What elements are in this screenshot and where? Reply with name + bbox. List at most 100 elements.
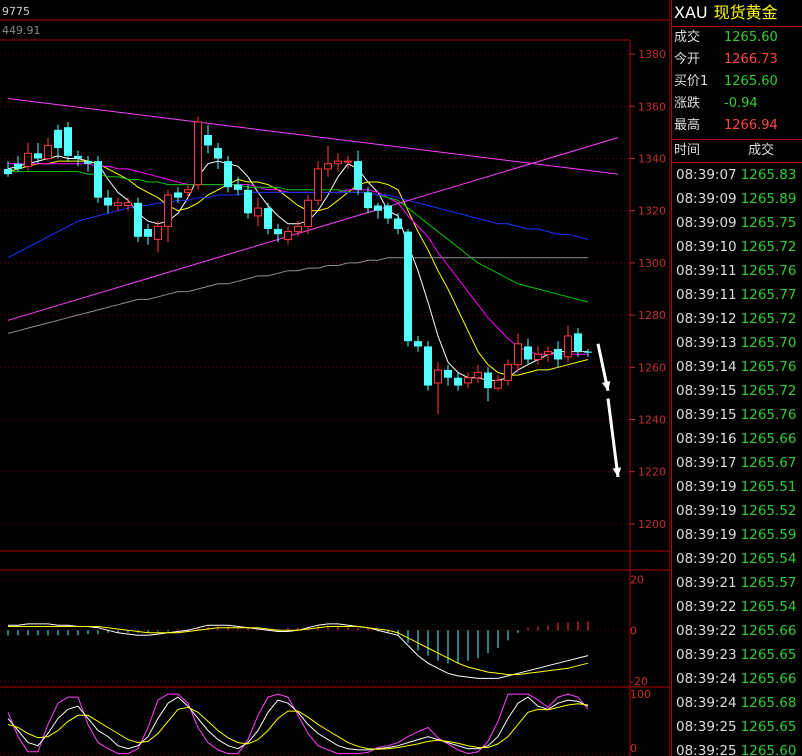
quote-value: 1266.73 (724, 52, 778, 67)
trade-time: 08:39:20 (676, 551, 737, 567)
trade-row[interactable]: 08:39:17 1265.67 (672, 451, 802, 475)
trade-row[interactable]: 08:39:12 1265.72 (672, 307, 802, 331)
trade-price: 1265.75 (740, 215, 797, 231)
quote-row: 成交 1265.60 (672, 27, 802, 49)
trade-row[interactable]: 08:39:24 1265.68 (672, 691, 802, 715)
header-top-value: 9775 (2, 5, 30, 18)
trade-row[interactable]: 08:39:24 1265.66 (672, 667, 802, 691)
candle-body (4, 168, 12, 175)
trade-row[interactable]: 08:39:22 1265.66 (672, 619, 802, 643)
trade-row[interactable]: 08:39:09 1265.75 (672, 211, 802, 235)
annotation-arrows (596, 343, 622, 478)
trade-time: 08:39:22 (676, 599, 737, 615)
candle-body (104, 197, 112, 206)
candle-body (384, 205, 392, 219)
candle-body (184, 189, 192, 193)
kdj-j-line (7, 693, 589, 755)
candle-body (204, 135, 212, 146)
trade-row[interactable]: 08:39:16 1265.66 (672, 427, 802, 451)
trade-row[interactable]: 08:39:20 1265.54 (672, 547, 802, 571)
trade-row[interactable]: 08:39:14 1265.76 (672, 355, 802, 379)
candle-body (264, 208, 272, 229)
trade-price: 1265.52 (740, 503, 797, 519)
trade-row[interactable]: 08:39:09 1265.89 (672, 187, 802, 211)
candle-body (454, 377, 462, 386)
trade-row[interactable]: 08:39:13 1265.70 (672, 331, 802, 355)
trade-row[interactable]: 08:39:25 1265.60 (672, 739, 802, 756)
quote-panel: XAU 现货黄金 成交 1265.60 今开 1266.73 买价1 1265.60 涨跌 -0… (671, 0, 802, 756)
candle-body (574, 333, 582, 352)
candle-body (114, 202, 122, 206)
candle-body (124, 202, 132, 206)
trade-row[interactable]: 08:39:10 1265.72 (672, 235, 802, 259)
trade-price: 1265.51 (740, 479, 797, 495)
macd-tick-label: 0 (630, 624, 637, 637)
trade-time: 08:39:09 (676, 191, 737, 207)
trade-time: 08:39:23 (676, 647, 737, 663)
candle-body (164, 194, 172, 227)
kdj-tick-label: 0 (630, 742, 637, 755)
candle-body (174, 192, 182, 198)
candle-body (374, 205, 382, 211)
trade-time-header: 时间 (674, 143, 701, 158)
candle-body (534, 353, 542, 360)
candle-body (464, 377, 472, 384)
trade-time: 08:39:25 (676, 719, 737, 735)
trade-row[interactable]: 08:39:23 1265.65 (672, 643, 802, 667)
macd-tick-label: -20 (630, 675, 648, 688)
quote-summary: 成交 1265.60 今开 1266.73 买价1 1265.60 涨跌 -0.94 最高 126… (672, 27, 802, 140)
macd-dea-line (8, 626, 589, 676)
quote-label: 成交 (674, 30, 701, 45)
candle-body (24, 152, 32, 167)
candle-body (544, 351, 552, 355)
trade-price: 1265.76 (740, 407, 797, 423)
candle-body (224, 161, 232, 188)
trade-row[interactable]: 08:39:15 1265.76 (672, 403, 802, 427)
trade-row[interactable]: 08:39:19 1265.59 (672, 523, 802, 547)
candle-body (324, 163, 332, 170)
trade-row[interactable]: 08:39:11 1265.76 (672, 259, 802, 283)
trade-row[interactable]: 08:39:11 1265.77 (672, 283, 802, 307)
trade-time: 08:39:15 (676, 407, 737, 423)
trade-price: 1265.76 (740, 359, 797, 375)
candle-body (494, 379, 502, 389)
quote-value: -0.94 (724, 96, 758, 111)
candle-body (214, 148, 222, 159)
trade-row[interactable]: 08:39:22 1265.54 (672, 595, 802, 619)
candle-body (434, 369, 442, 384)
trade-row[interactable]: 08:39:19 1265.51 (672, 475, 802, 499)
trade-price: 1265.65 (740, 719, 797, 735)
price-tick-label: 1200 (638, 518, 666, 531)
candle-body (54, 129, 62, 149)
trade-row[interactable]: 08:39:07 1265.83 (672, 163, 802, 187)
kdj-tick-label: 100 (630, 688, 651, 701)
candle-body (34, 153, 42, 159)
trade-price: 1265.67 (740, 455, 797, 471)
trade-price: 1265.66 (740, 623, 797, 639)
trade-time: 08:39:13 (676, 335, 737, 351)
trade-price: 1265.66 (740, 671, 797, 687)
candle-body (194, 121, 202, 186)
candle-body (134, 202, 142, 237)
candle-body (154, 225, 162, 240)
trade-row[interactable]: 08:39:19 1265.52 (672, 499, 802, 523)
trade-row[interactable]: 08:39:25 1265.65 (672, 715, 802, 739)
candle-body (524, 346, 532, 360)
quote-label: 今开 (674, 52, 701, 67)
trade-price: 1265.70 (740, 335, 797, 351)
symbol-code: XAU (674, 3, 708, 22)
trade-price: 1265.54 (740, 551, 797, 567)
candle-body (14, 163, 22, 169)
trade-list[interactable]: 08:39:07 1265.83 08:39:09 1265.89 08:39:09 12… (672, 163, 802, 756)
quote-label: 最高 (674, 118, 701, 133)
trade-time: 08:39:22 (676, 623, 737, 639)
candle-body (444, 369, 452, 378)
price-axis: 1380 1360 1340 1320 1300 1280 1260 1240 1220 1200 (630, 48, 666, 531)
quote-row: 今开 1266.73 (672, 49, 802, 71)
chart-frame (0, 0, 670, 756)
trade-time: 08:39:14 (676, 359, 737, 375)
trade-row[interactable]: 08:39:21 1265.57 (672, 571, 802, 595)
trade-row[interactable]: 08:39:15 1265.72 (672, 379, 802, 403)
trade-time: 08:39:25 (676, 743, 737, 756)
price-tick-label: 1240 (638, 414, 666, 427)
